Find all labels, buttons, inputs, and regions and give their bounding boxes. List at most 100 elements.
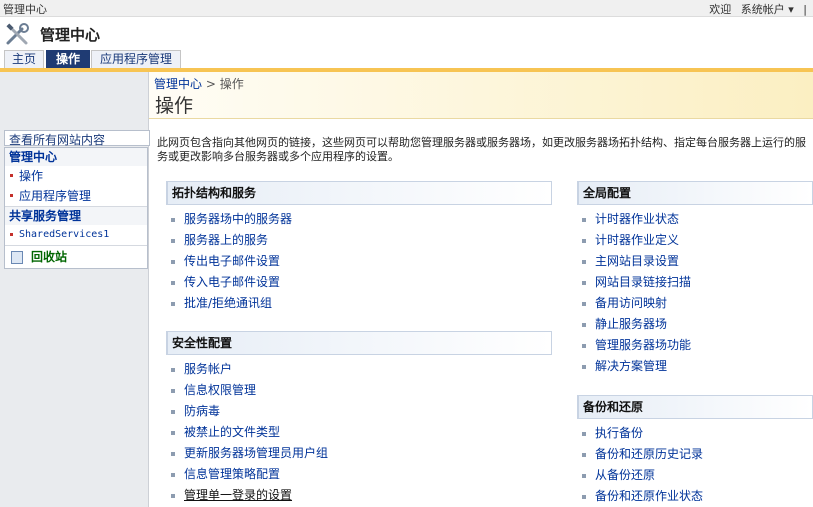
link-restore-from-backup[interactable]: 从备份还原 [595,468,655,482]
bullet-icon [582,365,586,369]
section-title: 全局配置 [577,181,813,205]
bullet-icon [582,432,586,436]
link-perform-backup[interactable]: 执行备份 [595,426,643,440]
link-solution-management[interactable]: 解决方案管理 [595,359,667,373]
site-title[interactable]: 管理中心 [3,1,47,17]
nav-item-sharedservices1[interactable]: SharedServices1 [5,225,147,245]
list-item: 服务器场中的服务器 [166,209,552,230]
link-services-on-server[interactable]: 服务器上的服务 [184,233,268,247]
link-approve-reject-groups[interactable]: 批准/拒绝通讯组 [184,296,272,310]
page-title: 操作 [155,95,194,117]
breadcrumb-current: 操作 [219,77,244,91]
tab-application-management[interactable]: 应用程序管理 [91,50,181,68]
list-item: 主网站目录设置 [577,251,813,272]
bullet-icon [171,302,175,306]
link-backup-restore-job-status[interactable]: 备份和还原作业状态 [595,489,703,503]
recycle-bin-label: 回收站 [31,250,68,264]
section-global-configuration: 全局配置 计时器作业状态 计时器作业定义 主网站目录设置 网站目录链接扫描 备用… [577,181,813,377]
bullet-icon [171,218,175,222]
list-item: 备用访问映射 [577,293,813,314]
section-title: 备份和还原 [577,395,813,419]
link-single-sign-on[interactable]: 管理单一登录的设置 [184,488,292,502]
link-list: 计时器作业状态 计时器作业定义 主网站目录设置 网站目录链接扫描 备用访问映射 … [577,209,813,377]
link-quiesce-farm[interactable]: 静止服务器场 [595,317,667,331]
view-all-site-content-link[interactable]: 查看所有网站内容 [4,130,150,147]
list-item: 批准/拒绝通讯组 [166,293,552,314]
link-alternate-access-mappings[interactable]: 备用访问映射 [595,296,667,310]
account-menu[interactable]: 系统帐户 ▾ [741,3,794,16]
link-list: 服务器场中的服务器 服务器上的服务 传出电子邮件设置 传入电子邮件设置 批准/拒… [166,209,552,314]
breadcrumb-separator: > [205,77,216,91]
list-item: 管理单一登录的设置 [166,485,552,506]
list-item: 计时器作业状态 [577,209,813,230]
page-description: 此网页包含指向其他网页的链接，这些网页可以帮助您管理服务器或服务器场，如更改服务… [157,136,806,163]
recycle-bin-link[interactable]: 回收站 [5,245,147,268]
tab-home[interactable]: 主页 [4,50,44,68]
breadcrumb-root-link[interactable]: 管理中心 [154,77,202,91]
section-backup-restore: 备份和还原 执行备份 备份和还原历史记录 从备份还原 备份和还原作业状态 [577,395,813,507]
nav-group-shared-services[interactable]: 共享服务管理 [5,206,147,225]
list-item: 计时器作业定义 [577,230,813,251]
list-item: 管理服务器场功能 [577,335,813,356]
list-item: 信息管理策略配置 [166,464,552,485]
section-topology-services: 拓扑结构和服务 服务器场中的服务器 服务器上的服务 传出电子邮件设置 传入电子邮… [166,181,552,314]
section-security-configuration: 安全性配置 服务帐户 信息权限管理 防病毒 被禁止的文件类型 更新服务器场管理员… [166,331,552,506]
bullet-icon [582,474,586,478]
nav-item-label: 操作 [19,169,44,183]
bullet-icon [171,452,175,456]
link-backup-restore-history[interactable]: 备份和还原历史记录 [595,447,703,461]
bullet-icon [582,495,586,499]
link-antivirus[interactable]: 防病毒 [184,404,220,418]
top-bar: 管理中心 欢迎 系统帐户 ▾ | [0,0,813,17]
link-master-site-directory[interactable]: 主网站目录设置 [595,254,679,268]
link-site-directory-scan[interactable]: 网站目录链接扫描 [595,275,691,289]
recycle-bin-icon [11,251,23,264]
bullet-icon [582,218,586,222]
left-navigation: 查看所有网站内容 管理中心 操作 应用程序管理 共享服务管理 SharedSer… [0,72,150,507]
bullet-icon [582,260,586,264]
tab-operations[interactable]: 操作 [46,50,90,68]
link-timer-job-definitions[interactable]: 计时器作业定义 [595,233,679,247]
link-incoming-email[interactable]: 传入电子邮件设置 [184,275,280,289]
link-blocked-file-types[interactable]: 被禁止的文件类型 [184,425,280,439]
nav-item-operations[interactable]: 操作 [5,166,147,186]
list-item: 备份和还原历史记录 [577,444,813,465]
breadcrumb: 管理中心 > 操作 [154,75,244,92]
list-item: 网站目录链接扫描 [577,272,813,293]
bullet-icon [582,323,586,327]
list-item: 服务器上的服务 [166,230,552,251]
link-info-policy-config[interactable]: 信息管理策略配置 [184,467,280,481]
tab-bar: 主页 操作 应用程序管理 [0,50,813,72]
bullet-icon [171,368,175,372]
link-servers-in-farm[interactable]: 服务器场中的服务器 [184,212,292,226]
link-update-farm-admins[interactable]: 更新服务器场管理员用户组 [184,446,328,460]
bullet-icon [171,281,175,285]
bullet-icon [171,260,175,264]
list-item: 解决方案管理 [577,356,813,377]
bullet-icon [171,494,175,498]
separator: | [803,3,807,16]
bullet-icon [10,174,13,177]
link-list: 执行备份 备份和还原历史记录 从备份还原 备份和还原作业状态 [577,423,813,507]
link-service-accounts[interactable]: 服务帐户 [184,362,232,376]
nav-item-application-management[interactable]: 应用程序管理 [5,186,147,206]
bullet-icon [582,453,586,457]
welcome-label: 欢迎 [709,3,732,16]
link-irm[interactable]: 信息权限管理 [184,383,256,397]
header: 管理中心 [0,17,813,51]
list-item: 执行备份 [577,423,813,444]
list-item: 服务帐户 [166,359,552,380]
link-timer-job-status[interactable]: 计时器作业状态 [595,212,679,226]
nav-item-label: SharedServices1 [19,229,110,240]
nav-group-central-admin[interactable]: 管理中心 [5,148,147,166]
tools-icon [6,23,29,45]
bullet-icon [582,281,586,285]
bullet-icon [582,302,586,306]
bullet-icon [582,239,586,243]
bullet-icon [10,233,13,236]
list-item: 信息权限管理 [166,380,552,401]
link-manage-farm-features[interactable]: 管理服务器场功能 [595,338,691,352]
link-outgoing-email[interactable]: 传出电子邮件设置 [184,254,280,268]
account-area: 欢迎 系统帐户 ▾ | [703,1,807,17]
list-item: 更新服务器场管理员用户组 [166,443,552,464]
